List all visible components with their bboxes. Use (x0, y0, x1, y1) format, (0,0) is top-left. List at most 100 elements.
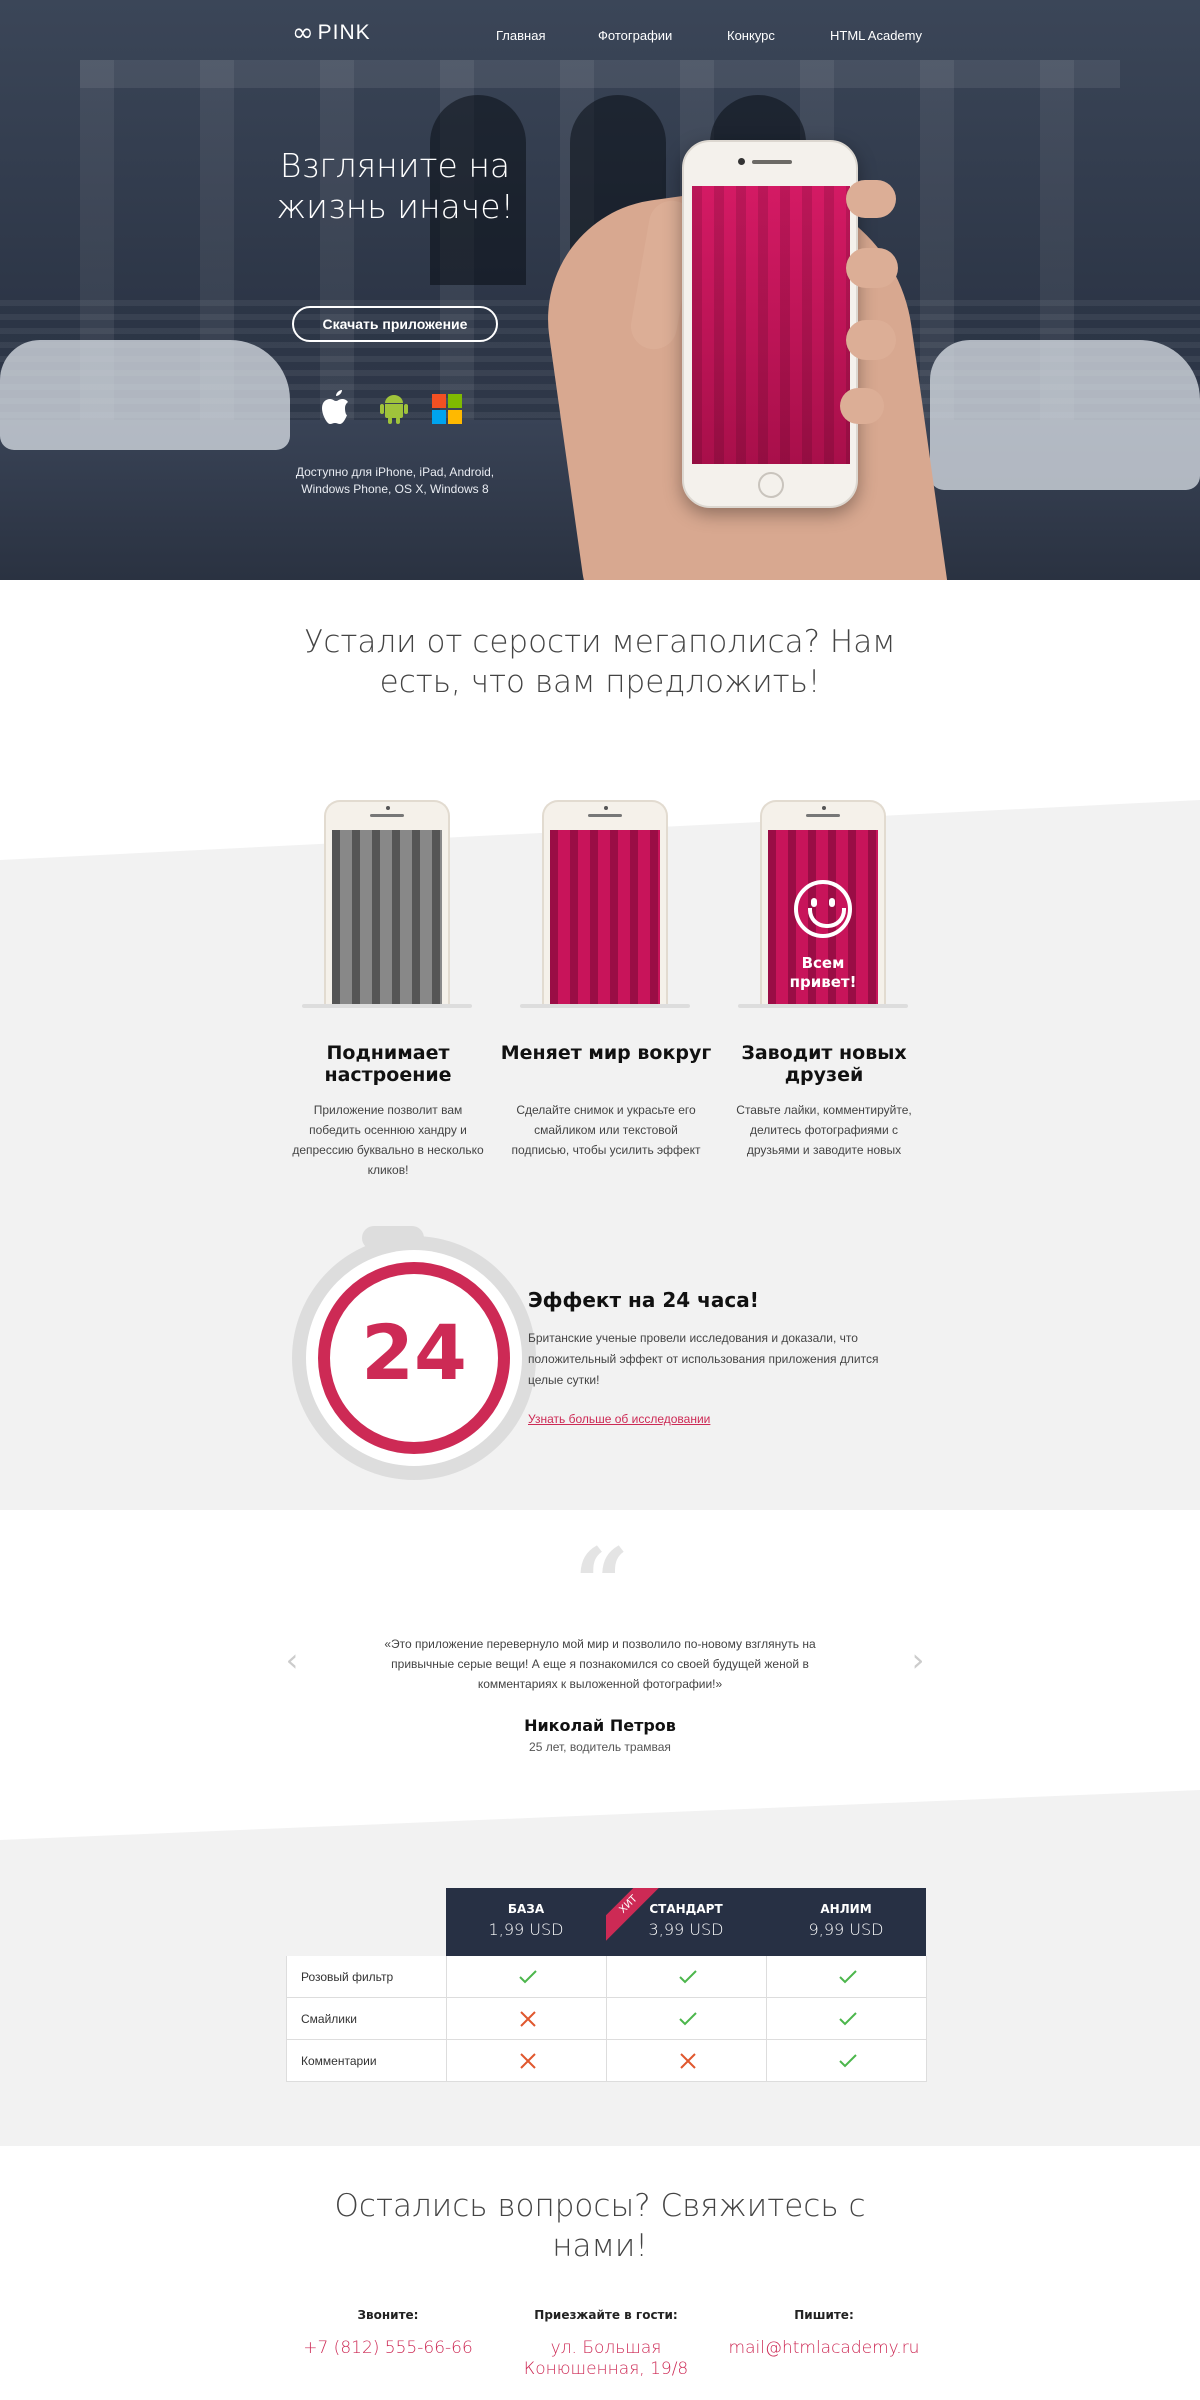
feature-phone-1 (324, 800, 450, 1008)
taxi-car (930, 340, 1200, 490)
hero-title: Взгляните на жизнь иначе! (276, 146, 514, 226)
feature-label: Смайлики (287, 1998, 447, 2040)
reviewer-role: 25 лет, водитель трамвая (529, 1740, 671, 1754)
next-review-arrow-icon[interactable]: › (908, 1644, 928, 1676)
feature-text-2: Сделайте снимок и украсьте его смайликом… (511, 1103, 701, 1157)
logo[interactable]: ∞ PINK (292, 18, 371, 48)
nav-link-home[interactable]: Главная (496, 28, 545, 43)
phone-screen-photo (692, 186, 850, 464)
phone-shadow (738, 1004, 908, 1008)
android-icon (380, 395, 408, 424)
contact-email-label: Пишите: (794, 2308, 854, 2322)
plan-price: 3,99 USD (648, 1920, 724, 1939)
windows-icon (432, 394, 462, 424)
glasses-logo-icon: ∞ (292, 18, 314, 48)
phone-camera (604, 806, 608, 810)
quote-icon: “ (574, 1527, 630, 1640)
feature-phone-3: Всем привет! (760, 800, 886, 1008)
contact-phone-label: Звоните: (357, 2308, 419, 2322)
finger-image (846, 320, 896, 360)
feature-text-3: Ставьте лайки, комментируйте, делитесь ф… (736, 1103, 912, 1157)
cross-icon (520, 2011, 536, 2027)
effect-hours-number: 24 (361, 1308, 467, 1397)
apple-icon (322, 390, 348, 424)
phone-camera (386, 806, 390, 810)
check-icon (519, 1970, 537, 1984)
phone-hello-text: Всем привет! (789, 954, 857, 991)
phone-screen-grey-photo (332, 830, 442, 1008)
phone-speaker (806, 814, 840, 817)
contact-email-link[interactable]: mail@htmlacademy.ru (714, 2338, 934, 2359)
effect-text: Британские ученые провели исследования и… (528, 1331, 879, 1387)
taxi-car (0, 340, 290, 450)
finger-image (846, 180, 896, 218)
pricing-row: Смайлики (286, 1998, 927, 2040)
phone-speaker (588, 814, 622, 817)
reviewer-name: Николай Петров (524, 1716, 676, 1735)
os-icons (320, 388, 470, 428)
finger-image (840, 388, 884, 424)
feature-title-3: Заводит новых друзей (741, 1042, 907, 1086)
pricing-cell (607, 1998, 767, 2040)
features-title: Устали от серости мегаполиса? Нам есть, … (304, 624, 896, 700)
pricing-row: Комментарии (286, 2040, 927, 2082)
phone-screen-pink-photo: Всем привет! (768, 830, 878, 1008)
nav-link-htmlacademy[interactable]: HTML Academy (830, 28, 922, 43)
check-icon (679, 1970, 697, 1984)
download-app-button[interactable]: Скачать приложение (292, 306, 498, 342)
phone-shadow (302, 1004, 472, 1008)
pricing-cell (607, 1956, 767, 1998)
hero-section: ∞ PINK Главная Фотографии Конкурс HTML A… (0, 0, 1200, 580)
phone-speaker (752, 160, 792, 164)
plan-header-unlim: АНЛИМ 9,99 USD (766, 1888, 926, 1956)
plan-name: БАЗА (507, 1902, 545, 1916)
pricing-table: БАЗА 1,99 USD ХИТ СТАНДАРТ 3,99 USD АНЛИ… (286, 1888, 927, 2082)
feature-title-1: Поднимает настроение (324, 1042, 452, 1086)
pricing-cell (767, 1998, 927, 2040)
check-icon (839, 2054, 857, 2068)
finger-image (846, 248, 898, 288)
pricing-cell (447, 1998, 607, 2040)
availability-text: Доступно для iPhone, iPad, Android, Wind… (295, 465, 495, 496)
phone-shadow (520, 1004, 690, 1008)
effect-title: Эффект на 24 часа! (528, 1288, 759, 1312)
research-link[interactable]: Узнать больше об исследовании (528, 1412, 710, 1426)
contacts-title: Остались вопросы? Свяжитесь с нами! (334, 2188, 866, 2264)
feature-label: Комментарии (287, 2040, 447, 2082)
pricing-cell (767, 1956, 927, 1998)
logo-text: PINK (317, 21, 371, 44)
cross-icon (680, 2053, 696, 2069)
review-text: «Это приложение перевернуло мой мир и по… (384, 1637, 816, 1691)
plan-header-standard: ХИТ СТАНДАРТ 3,99 USD (606, 1888, 766, 1956)
cross-icon (520, 2053, 536, 2069)
pricing-cell (767, 2040, 927, 2082)
check-icon (839, 1970, 857, 1984)
plan-price: 1,99 USD (488, 1920, 564, 1939)
phone-mockup (682, 140, 858, 508)
plan-header-base: БАЗА 1,99 USD (446, 1888, 606, 1956)
phone-camera (822, 806, 826, 810)
contact-address-label: Приезжайте в гости: (534, 2308, 678, 2322)
prev-review-arrow-icon[interactable]: ‹ (282, 1644, 302, 1676)
plan-price: 9,99 USD (808, 1920, 884, 1939)
pricing-row: Розовый фильтр (286, 1956, 927, 1998)
top-navigation: ∞ PINK Главная Фотографии Конкурс HTML A… (0, 0, 1200, 74)
pricing-cell (447, 1956, 607, 1998)
pricing-cell (447, 2040, 607, 2082)
plan-name: АНЛИМ (820, 1902, 872, 1916)
check-icon (679, 2012, 697, 2026)
contact-phone-link[interactable]: +7 (812) 555-66-66 (278, 2338, 498, 2359)
feature-title-2: Меняет мир вокруг (500, 1042, 712, 1064)
feature-label: Розовый фильтр (287, 1956, 447, 1998)
phone-home-button (758, 472, 784, 498)
phone-screen-pink-photo (550, 830, 660, 1008)
phone-speaker (370, 814, 404, 817)
nav-link-photos[interactable]: Фотографии (598, 28, 672, 43)
nav-link-contest[interactable]: Конкурс (727, 28, 775, 43)
phone-camera (738, 158, 745, 165)
contact-address: ул. Большая Конюшенная, 19/8 (523, 2338, 689, 2379)
feature-text-1: Приложение позволит вам победить осеннюю… (292, 1103, 484, 1177)
pricing-cell (607, 2040, 767, 2082)
check-icon (839, 2012, 857, 2026)
smiley-icon (794, 880, 852, 938)
